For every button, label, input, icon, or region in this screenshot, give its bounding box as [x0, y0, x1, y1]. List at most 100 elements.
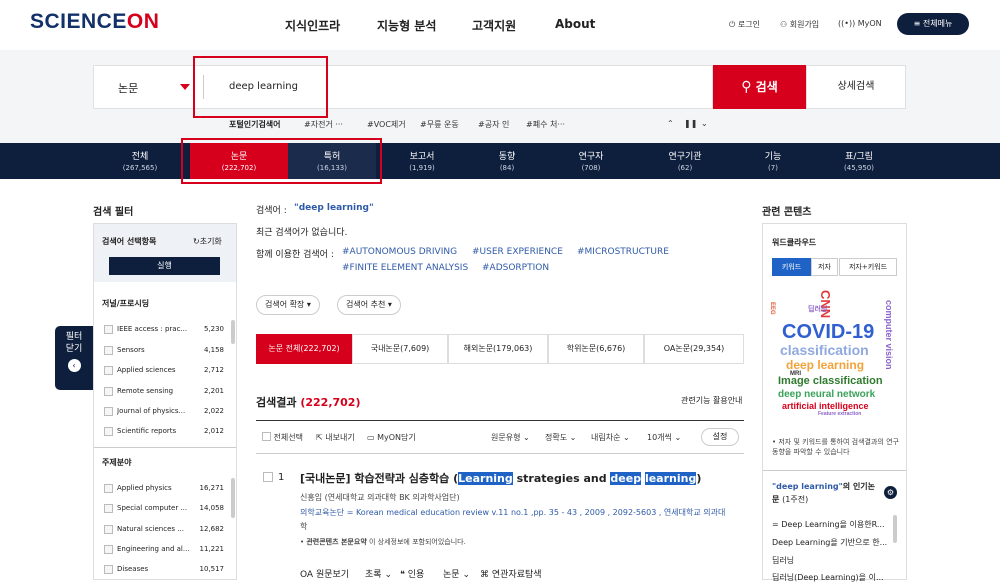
related-tag[interactable]: #ADSORPTION: [482, 263, 549, 273]
wordcloud-tab-keyword[interactable]: 키워드: [772, 258, 811, 276]
checkbox[interactable]: [104, 504, 113, 513]
cloud-word[interactable]: Image classification: [778, 376, 883, 387]
close-filter-button[interactable]: 필터 닫기 ‹: [55, 326, 93, 390]
checkbox[interactable]: [104, 484, 113, 493]
nav-about[interactable]: About: [555, 17, 595, 31]
cloud-word[interactable]: 딥러닝: [808, 306, 827, 313]
popular-paper-item[interactable]: 딥러닝: [772, 555, 794, 566]
cloud-word[interactable]: COVID-19: [782, 322, 874, 342]
tab-researchers[interactable]: 연구자 (708): [549, 143, 633, 179]
search-category-select[interactable]: 논문: [118, 80, 138, 96]
checkbox[interactable]: [104, 346, 113, 355]
expand-query-button[interactable]: 검색어 확장 ▾: [256, 295, 320, 315]
cloud-word[interactable]: artificial intelligence: [782, 402, 869, 411]
filter-item[interactable]: Diseases 10,517: [104, 564, 224, 576]
related-tag[interactable]: #AUTONOMOUS DRIVING: [342, 247, 457, 257]
checkbox[interactable]: [104, 525, 113, 534]
result-source[interactable]: 의학교육논단 = Korean medical education review…: [300, 507, 725, 518]
tab-figures[interactable]: 표/그림 (45,950): [816, 143, 902, 179]
checkbox[interactable]: [262, 432, 271, 441]
doc-tab-domestic[interactable]: 국내논문(7,609): [352, 334, 448, 364]
checkbox[interactable]: [104, 325, 113, 334]
wordcloud-tab-author-keyword[interactable]: 저자+키워드: [839, 258, 897, 276]
nav-intelligent-analysis[interactable]: 지능형 분석: [377, 17, 436, 34]
guide-link[interactable]: 관련기능 활용안내: [681, 395, 742, 406]
caret-down-icon[interactable]: [180, 84, 190, 90]
popular-paper-item[interactable]: 딥러닝(Deep Learning)을 이...: [772, 572, 884, 583]
scienceon-logo[interactable]: SCIENCEON: [30, 10, 159, 34]
filter-item[interactable]: Scientific reports 2,012: [104, 426, 224, 438]
select-all[interactable]: 전체선택: [262, 432, 303, 443]
cloud-word[interactable]: computer vision: [884, 300, 894, 370]
login-link[interactable]: ⏻ 로그인: [729, 19, 760, 30]
filter-item[interactable]: Applied physics 16,271: [104, 483, 224, 495]
order-select[interactable]: 내림차순 ⌄: [591, 432, 630, 443]
oa-fulltext-button[interactable]: OA 원문보기: [300, 567, 349, 580]
pause-icon[interactable]: ❚❚: [684, 119, 697, 128]
related-tag[interactable]: #FINITE ELEMENT ANALYSIS: [342, 263, 468, 273]
related-explore-button[interactable]: ⌘ 연관자료탐색: [480, 567, 542, 580]
filter-scrollbar[interactable]: [231, 320, 235, 344]
all-menu-button[interactable]: ≡ 전체메뉴: [897, 13, 969, 35]
popular-paper-item[interactable]: = Deep Learning을 이용한R...: [772, 519, 885, 530]
tab-reports[interactable]: 보고서 (1,919): [380, 143, 464, 179]
filter-item[interactable]: Journal of physics... 2,022: [104, 406, 224, 418]
chevron-up-icon[interactable]: ⌃: [667, 119, 674, 128]
checkbox[interactable]: [104, 545, 113, 554]
popular-scrollbar[interactable]: [893, 515, 897, 543]
source-type-select[interactable]: 원문유형 ⌄: [491, 432, 530, 443]
page-size-select[interactable]: 10개씩 ⌄: [647, 432, 681, 443]
apply-filter-button[interactable]: 실행: [109, 257, 220, 275]
related-tag[interactable]: #MICROSTRUCTURE: [577, 247, 669, 257]
checkbox[interactable]: [104, 387, 113, 396]
myon-save-button[interactable]: ▭ MyON담기: [367, 432, 416, 443]
settings-button[interactable]: 설정: [701, 428, 739, 446]
checkbox[interactable]: [104, 366, 113, 375]
popular-tag[interactable]: #무릎 운동: [420, 119, 459, 130]
doc-tab-all[interactable]: 논문 전체(222,702): [256, 334, 352, 364]
cloud-word[interactable]: classification: [780, 343, 869, 357]
tab-institutions[interactable]: 연구기관 (62): [640, 143, 730, 179]
doc-tab-foreign[interactable]: 해외논문(179,063): [448, 334, 548, 364]
cloud-word[interactable]: CNN: [818, 290, 833, 318]
cloud-word[interactable]: deep neural network: [778, 390, 875, 400]
cite-button[interactable]: ❝ 인용: [400, 567, 424, 580]
settings-gear-icon[interactable]: ⚙: [884, 486, 897, 499]
checkbox[interactable]: [104, 565, 113, 574]
abstract-button[interactable]: 초록 ⌄: [365, 567, 392, 580]
filter-item[interactable]: Remote sensing 2,201: [104, 386, 224, 398]
export-button[interactable]: ⇱ 내보내기: [316, 432, 355, 443]
paper-button[interactable]: 논문 ⌄: [443, 567, 470, 580]
tab-trends[interactable]: 동향 (84): [465, 143, 549, 179]
myon-link[interactable]: ((•)) MyON: [838, 19, 882, 28]
result-authors[interactable]: 신홍임 (연세대학교 의과대학 BK 의과학사업단): [300, 492, 460, 503]
popular-tag[interactable]: #자전거 ···: [304, 119, 343, 130]
popular-paper-item[interactable]: Deep Learning을 기반으로 한...: [772, 537, 887, 548]
filter-item[interactable]: Engineering and al... 11,221: [104, 544, 224, 556]
recommend-query-button[interactable]: 검색어 추천 ▾: [337, 295, 401, 315]
filter-item[interactable]: IEEE access : prac... 5,230: [104, 324, 224, 336]
result-title-link[interactable]: [국내논문] 학습전략과 심층학습 (Learning strategies a…: [300, 470, 701, 486]
checkbox[interactable]: [104, 407, 113, 416]
chevron-down-icon[interactable]: ⌄: [701, 119, 708, 128]
filter-scrollbar[interactable]: [231, 478, 235, 518]
nav-customer-support[interactable]: 고객지원: [472, 17, 516, 34]
related-tag[interactable]: #USER EXPERIENCE: [472, 247, 563, 257]
tab-all[interactable]: 전체 (267,565): [95, 143, 185, 179]
doc-tab-oa[interactable]: OA논문(29,354): [644, 334, 744, 364]
popular-tag[interactable]: #공자 인: [478, 119, 509, 130]
cloud-word[interactable]: deep learning: [786, 359, 864, 371]
doc-tab-thesis[interactable]: 학위논문(6,676): [548, 334, 644, 364]
signup-link[interactable]: ⚇ 회원가입: [780, 19, 819, 30]
search-button[interactable]: ⚲ 검색: [713, 65, 806, 109]
advanced-search-button[interactable]: 상세검색: [806, 65, 906, 109]
filter-item[interactable]: Natural sciences ... 12,682: [104, 524, 224, 536]
filter-item[interactable]: Sensors 4,158: [104, 345, 224, 357]
popular-tag[interactable]: #폐수 처···: [526, 119, 565, 130]
sort-select[interactable]: 정확도 ⌄: [545, 432, 576, 443]
wordcloud-tab-author[interactable]: 저자: [811, 258, 838, 276]
filter-item[interactable]: Special computer ... 14,058: [104, 503, 224, 515]
popular-tag[interactable]: #VOC제거: [367, 119, 406, 130]
filter-item[interactable]: Applied sciences 2,712: [104, 365, 224, 377]
reset-button[interactable]: ↻초기화: [193, 236, 222, 247]
